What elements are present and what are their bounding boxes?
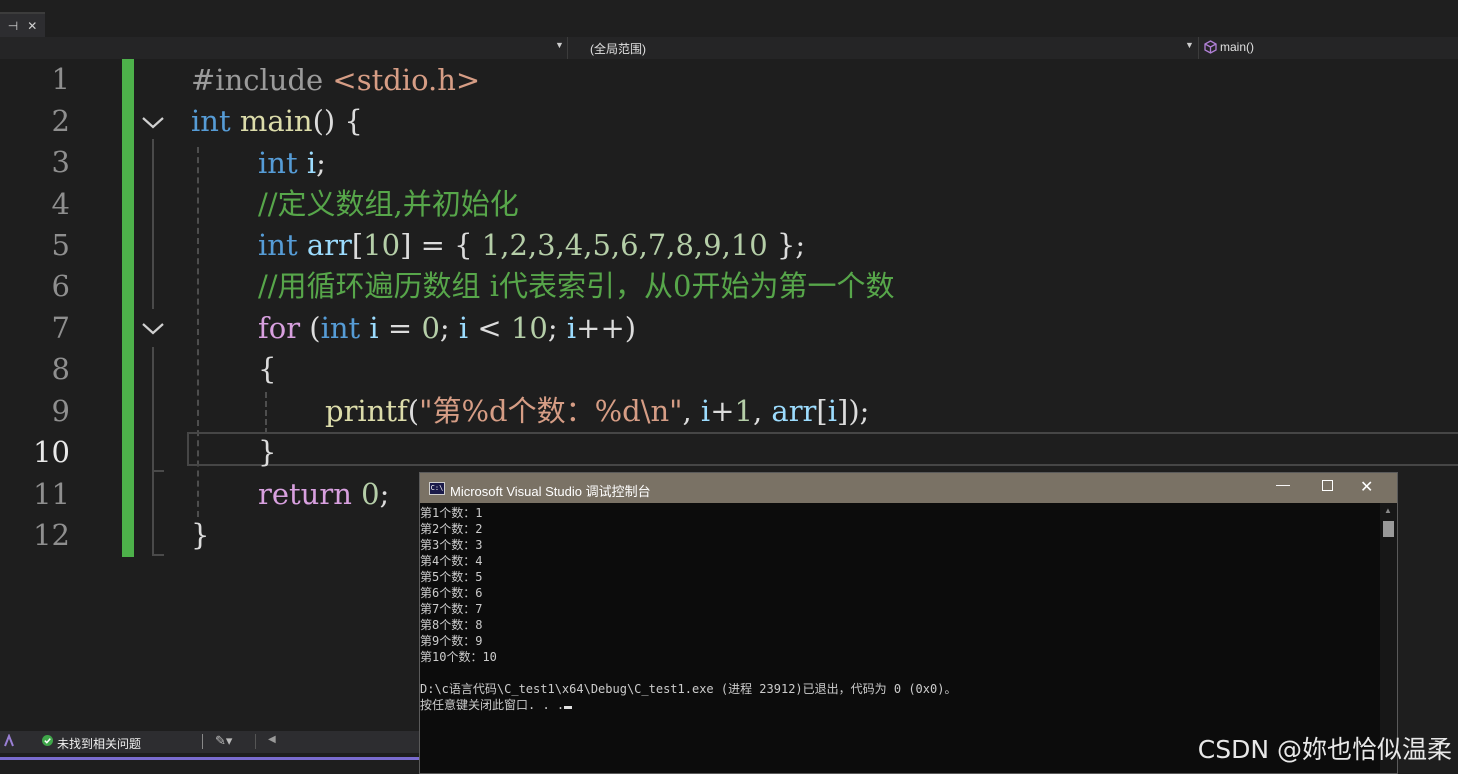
code-line-6-comment: //用循环遍历数组 i代表索引，从0开始为第一个数: [258, 269, 895, 303]
status-divider: [202, 734, 203, 749]
current-line-highlight: [187, 432, 1458, 466]
scope-dropdown-chevron-icon[interactable]: ▼: [1185, 40, 1194, 50]
code-line-1: #include <stdio.h>: [191, 63, 481, 97]
console-line: 第5个数：5: [420, 570, 483, 584]
line-number: 9: [51, 394, 70, 428]
fold-region-line: [152, 472, 154, 554]
collapse-chevron-icon[interactable]: [140, 109, 166, 135]
scroll-up-arrow-icon[interactable]: ▲: [1384, 506, 1392, 515]
no-issues-check-icon[interactable]: [42, 735, 53, 749]
console-line: D:\c语言代码\C_test1\x64\Debug\C_test1.exe (…: [420, 682, 957, 696]
debug-console-window[interactable]: C:\ Microsoft Visual Studio 调试控制台 — ✕ 第1…: [419, 472, 1398, 774]
minimize-icon[interactable]: —: [1276, 476, 1290, 492]
code-line-9: printf("第%d个数：%d\n", i+1, arr[i]);: [325, 394, 870, 428]
scroll-left-icon[interactable]: ◀: [268, 734, 276, 745]
editor-status-bar: 未找到相关问题 ✎▾ ◀: [0, 731, 420, 753]
member-cube-icon: [1204, 40, 1217, 57]
code-line-11: return 0;: [258, 477, 390, 511]
pin-icon[interactable]: ⊣: [8, 19, 18, 33]
code-line-12: }: [191, 518, 210, 552]
console-title-bar[interactable]: C:\ Microsoft Visual Studio 调试控制台 — ✕: [420, 473, 1397, 503]
line-number: 7: [51, 311, 70, 345]
console-line: 第8个数：8: [420, 618, 483, 632]
console-line: 第1个数：1: [420, 506, 483, 520]
scope-dropdown[interactable]: (全局范围): [590, 40, 646, 57]
code-line-4-comment: //定义数组,并初始化: [258, 187, 519, 221]
line-number: 3: [51, 145, 70, 179]
console-line: 第4个数：4: [420, 554, 483, 568]
navigation-bar: ▼ (全局范围) ▼ main(): [0, 37, 1458, 60]
fold-region-line: [152, 139, 154, 309]
watermark-text: CSDN @妳也恰似温柔: [1197, 735, 1452, 764]
close-tab-icon[interactable]: ✕: [27, 19, 37, 33]
project-dropdown-chevron-icon[interactable]: ▼: [555, 40, 564, 50]
collapse-chevron-icon[interactable]: [140, 315, 166, 341]
console-title: Microsoft Visual Studio 调试控制台: [450, 484, 651, 499]
code-line-8: {: [258, 352, 277, 386]
console-prompt-line: 按任意键关闭此窗口. . .: [420, 697, 1380, 713]
text-cursor: [564, 706, 573, 709]
status-accent-bar: [0, 757, 420, 760]
console-line: 第9个数：9: [420, 634, 483, 648]
line-number: 6: [51, 269, 70, 303]
line-number: 11: [33, 477, 70, 511]
console-line: 第3个数：3: [420, 538, 483, 552]
indent-guide: [265, 392, 267, 434]
close-window-icon[interactable]: ✕: [1360, 477, 1373, 497]
console-app-icon: C:\: [429, 482, 445, 495]
line-number: 4: [51, 187, 70, 221]
status-divider: [255, 734, 256, 749]
cleanup-brush-icon[interactable]: ✎▾: [215, 733, 232, 749]
line-number-current: 10: [33, 435, 70, 469]
line-number: 1: [51, 62, 70, 96]
line-number: 5: [51, 228, 70, 262]
fold-region-end: [152, 554, 164, 556]
code-line-10: }: [258, 435, 277, 469]
line-number: 12: [33, 518, 70, 552]
member-dropdown[interactable]: main(): [1220, 40, 1254, 54]
console-line: 第7个数：7: [420, 602, 483, 616]
console-line: 第10个数：10: [420, 650, 497, 664]
code-line-7: for (int i = 0; i < 10; i++): [258, 311, 637, 345]
navbar-divider: [567, 37, 568, 59]
code-line-5: int arr[10] = { 1,2,3,4,5,6,7,8,9,10 };: [258, 228, 806, 262]
maximize-icon[interactable]: [1322, 480, 1333, 491]
code-line-2: int main() {: [191, 104, 363, 138]
document-tab[interactable]: ⊣ ✕: [0, 12, 45, 38]
document-tab-strip: ⊣ ✕: [0, 0, 1458, 38]
intellicode-icon[interactable]: [3, 733, 15, 751]
navbar-divider: [1198, 37, 1199, 59]
fold-region-line: [152, 347, 154, 470]
line-number: 8: [51, 352, 70, 386]
console-line: 第2个数：2: [420, 522, 483, 536]
scrollbar-thumb[interactable]: [1383, 521, 1394, 537]
line-number: 2: [51, 104, 70, 138]
issues-status-text[interactable]: 未找到相关问题: [57, 735, 141, 752]
change-tracking-bar: [122, 59, 134, 557]
console-line: 第6个数：6: [420, 586, 483, 600]
code-line-3: int i;: [258, 146, 326, 180]
